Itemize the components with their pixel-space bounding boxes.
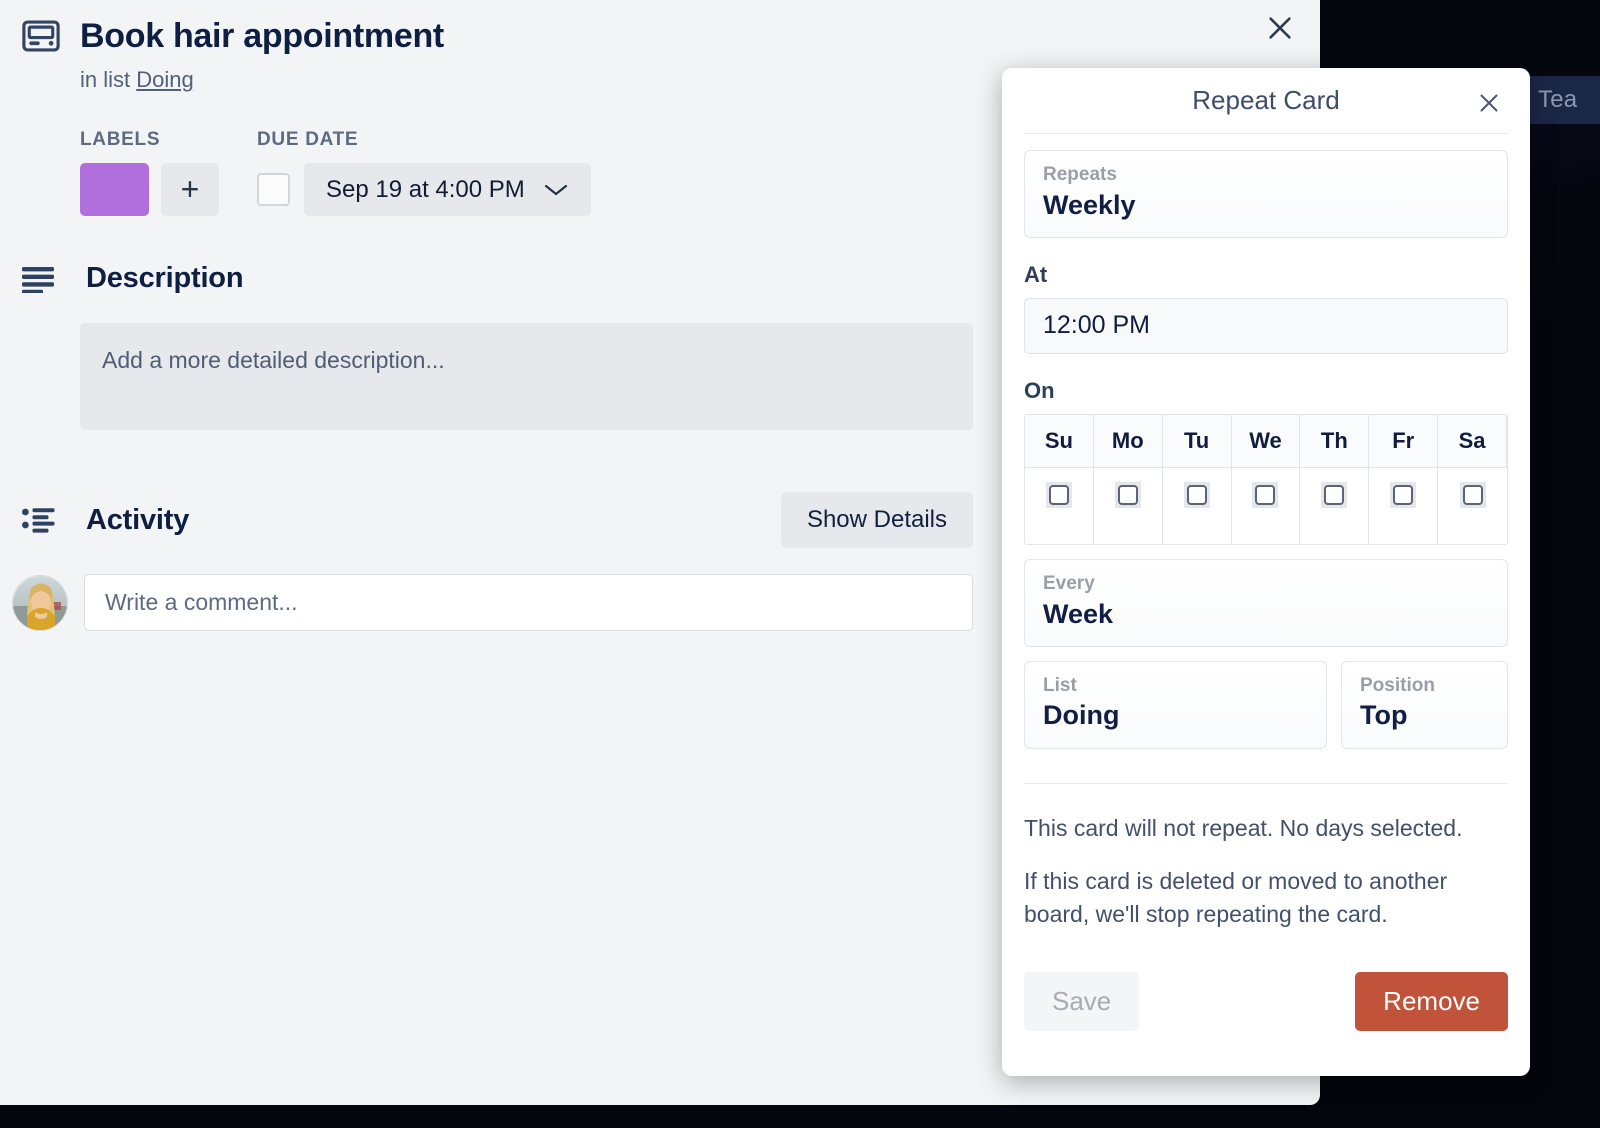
day-checkbox-tu[interactable] bbox=[1162, 467, 1232, 544]
list-position-row: List Doing Position Top bbox=[1024, 660, 1508, 749]
on-label: On bbox=[1024, 377, 1055, 403]
every-select[interactable]: Every Week bbox=[1024, 558, 1508, 647]
plus-icon: + bbox=[180, 171, 200, 208]
day-of-week-grid: Su Mo Tu We Th Fr Sa bbox=[1024, 413, 1508, 545]
page-title: Book hair appointment bbox=[80, 17, 444, 55]
due-date-checkbox[interactable] bbox=[257, 173, 290, 207]
repeat-modal-title: Repeat Card bbox=[1192, 85, 1340, 115]
checkbox-icon bbox=[1390, 481, 1417, 508]
activity-list-icon bbox=[22, 506, 60, 534]
at-time-input[interactable] bbox=[1024, 297, 1508, 354]
remove-button[interactable]: Remove bbox=[1355, 971, 1508, 1031]
list-select[interactable]: List Doing bbox=[1024, 660, 1327, 749]
checkbox-icon bbox=[1114, 481, 1141, 508]
at-label: At bbox=[1024, 261, 1048, 287]
day-checkbox-fr[interactable] bbox=[1369, 467, 1439, 544]
checkbox-icon bbox=[1183, 481, 1210, 508]
repeat-card-modal: Repeat Card Repeats Weekly At On Su Mo T… bbox=[1002, 68, 1530, 1076]
close-repeat-modal-button[interactable] bbox=[1470, 84, 1508, 122]
day-header-su: Su bbox=[1025, 414, 1094, 468]
description-input[interactable]: Add a more detailed description... bbox=[80, 323, 973, 431]
save-button[interactable]: Save bbox=[1024, 971, 1140, 1031]
day-checkbox-su[interactable] bbox=[1025, 467, 1094, 544]
day-checkbox-sa[interactable] bbox=[1438, 467, 1507, 544]
checkbox-icon bbox=[1459, 481, 1486, 508]
position-select[interactable]: Position Top bbox=[1341, 660, 1508, 749]
day-checkbox-we[interactable] bbox=[1231, 467, 1301, 544]
modal-actions: Save Remove bbox=[1024, 971, 1508, 1031]
checkbox-icon bbox=[1252, 481, 1279, 508]
day-header-tu: Tu bbox=[1162, 414, 1232, 468]
add-label-button[interactable]: + bbox=[161, 163, 219, 217]
day-header-th: Th bbox=[1300, 414, 1370, 468]
card-icon bbox=[22, 20, 60, 57]
day-checkbox-mo[interactable] bbox=[1093, 467, 1163, 544]
position-value: Top bbox=[1360, 700, 1408, 731]
repeat-modal-header: Repeat Card bbox=[1024, 68, 1508, 134]
checkbox-icon bbox=[1321, 481, 1348, 508]
list-value: Doing bbox=[1043, 700, 1120, 731]
due-date-button[interactable]: Sep 19 at 4:00 PM bbox=[304, 163, 591, 217]
day-checkbox-th[interactable] bbox=[1300, 467, 1370, 544]
labels-group: LABELS + bbox=[80, 129, 219, 217]
in-list-prefix: in list bbox=[80, 67, 131, 93]
board-header-chip[interactable]: Tea bbox=[1524, 76, 1600, 124]
avatar[interactable] bbox=[12, 574, 68, 631]
repeat-warning-note: If this card is deleted or moved to anot… bbox=[1024, 867, 1448, 928]
every-value: Week bbox=[1043, 598, 1114, 629]
day-header-fr: Fr bbox=[1369, 414, 1439, 468]
due-date-heading: DUE DATE bbox=[257, 129, 359, 151]
chevron-down-icon bbox=[543, 182, 569, 198]
show-details-button[interactable]: Show Details bbox=[780, 492, 973, 549]
activity-heading: Activity bbox=[86, 503, 190, 536]
list-link[interactable]: Doing bbox=[136, 67, 193, 92]
list-label: List bbox=[1043, 674, 1077, 696]
close-icon bbox=[1480, 94, 1498, 112]
app-root: Tea Book hair appointment in list Doing bbox=[0, 0, 1600, 1128]
day-header-sa: Sa bbox=[1438, 414, 1507, 468]
description-heading: Description bbox=[86, 262, 244, 295]
position-label: Position bbox=[1360, 674, 1435, 696]
every-label: Every bbox=[1043, 572, 1095, 594]
labels-heading: LABELS bbox=[80, 129, 161, 151]
comment-row bbox=[12, 574, 973, 632]
due-date-value: Sep 19 at 4:00 PM bbox=[326, 175, 525, 203]
comment-input[interactable] bbox=[84, 574, 973, 632]
label-swatch-purple[interactable] bbox=[80, 163, 149, 217]
description-placeholder: Add a more detailed description... bbox=[102, 347, 445, 374]
day-header-mo: Mo bbox=[1093, 414, 1163, 468]
repeats-select[interactable]: Repeats Weekly bbox=[1024, 150, 1508, 238]
day-header-we: We bbox=[1231, 414, 1301, 468]
repeat-status-note: This card will not repeat. No days selec… bbox=[1024, 814, 1463, 841]
board-header-chip-label: Tea bbox=[1538, 86, 1578, 113]
repeats-label: Repeats bbox=[1043, 164, 1117, 185]
due-date-group: DUE DATE Sep 19 at 4:00 PM bbox=[257, 129, 591, 217]
repeats-value: Weekly bbox=[1043, 189, 1136, 220]
description-lines-icon bbox=[22, 265, 60, 293]
modal-divider bbox=[1024, 782, 1508, 784]
checkbox-icon bbox=[1045, 481, 1072, 508]
